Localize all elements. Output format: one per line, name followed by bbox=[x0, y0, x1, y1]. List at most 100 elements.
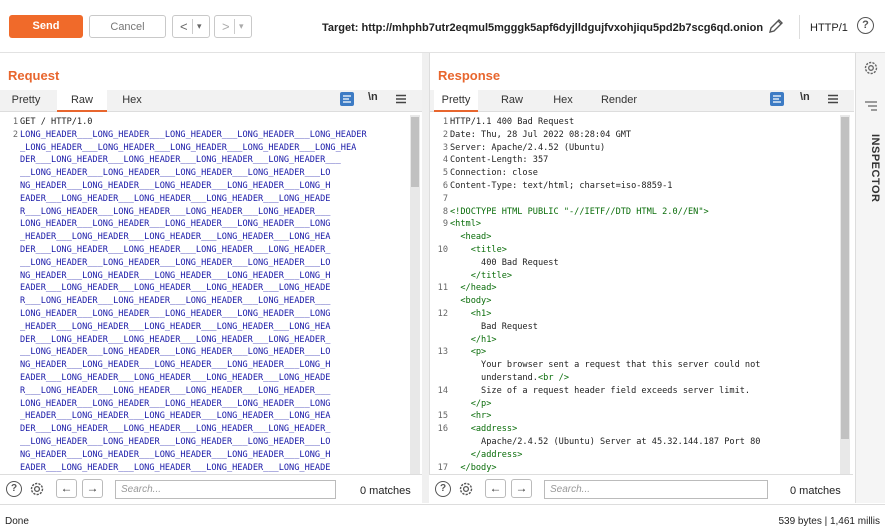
code-line: LONG_HEADER___LONG_HEADER___LONG_HEADER_… bbox=[20, 398, 331, 409]
line-number bbox=[4, 167, 18, 180]
message-actions-icon[interactable] bbox=[770, 92, 784, 106]
line-number: 7 bbox=[442, 193, 448, 204]
line-number: 14 bbox=[437, 385, 448, 396]
line-number bbox=[4, 410, 18, 423]
inspector-tab[interactable]: INSPECTOR bbox=[869, 134, 881, 202]
panel-divider[interactable] bbox=[422, 53, 429, 503]
line-number bbox=[4, 154, 18, 167]
code-line: NG_HEADER___LONG_HEADER___LONG_HEADER___… bbox=[20, 270, 331, 281]
arrow-left-icon: ← bbox=[60, 481, 73, 495]
response-search-bar: ? ← → Search... 0 matches bbox=[429, 474, 853, 504]
response-panel: Response Pretty Raw Hex Render \n 123456… bbox=[429, 53, 854, 527]
line-number: 6 bbox=[442, 180, 448, 191]
code-line: <hr> bbox=[450, 411, 492, 422]
help-icon[interactable]: ? bbox=[857, 17, 874, 34]
match-count: 0 matches bbox=[790, 485, 841, 497]
line-number bbox=[4, 270, 18, 283]
search-input[interactable]: Search... bbox=[544, 480, 768, 499]
back-button[interactable]: < ▾ bbox=[172, 15, 210, 38]
line-number bbox=[4, 282, 18, 295]
line-number: 8 bbox=[442, 206, 448, 217]
gear-icon[interactable] bbox=[457, 480, 475, 498]
code-line: DER___LONG_HEADER___LONG_HEADER___LONG_H… bbox=[20, 244, 331, 255]
line-number bbox=[4, 423, 18, 436]
line-number: 15 bbox=[437, 411, 448, 422]
line-number bbox=[4, 231, 18, 244]
line-number: 9 bbox=[442, 219, 448, 230]
line-number bbox=[4, 346, 18, 359]
response-editor[interactable]: 123456789 10 11 12 13 14 15 16 17 HTTP/1.… bbox=[434, 116, 838, 526]
cancel-button[interactable]: Cancel bbox=[89, 15, 166, 38]
line-number: 1 bbox=[442, 117, 448, 127]
code-line: Connection: close bbox=[450, 168, 538, 179]
code-line: __LONG_HEADER___LONG_HEADER___LONG_HEADE… bbox=[20, 257, 331, 268]
code-line: LONG_HEADER___LONG_HEADER___LONG_HEADER_… bbox=[20, 129, 367, 140]
response-title: Response bbox=[438, 68, 501, 83]
next-match-button[interactable]: → bbox=[82, 479, 103, 498]
line-number bbox=[434, 359, 448, 372]
message-actions-icon[interactable] bbox=[340, 92, 354, 106]
line-number bbox=[4, 244, 18, 257]
line-number bbox=[4, 385, 18, 398]
line-number bbox=[434, 436, 448, 449]
tab-hex[interactable]: Hex bbox=[114, 90, 150, 110]
line-number: 11 bbox=[437, 283, 448, 294]
tab-pretty[interactable]: Pretty bbox=[4, 90, 48, 110]
newline-toggle[interactable]: \n bbox=[800, 91, 810, 103]
code-line: R___LONG_HEADER___LONG_HEADER___LONG_HEA… bbox=[20, 296, 331, 307]
menu-icon[interactable] bbox=[826, 92, 840, 106]
arrow-right-icon: → bbox=[86, 481, 99, 495]
tab-raw[interactable]: Raw bbox=[57, 90, 107, 112]
code-line: <html> bbox=[450, 219, 482, 230]
line-number bbox=[4, 372, 18, 385]
code-line: R___LONG_HEADER___LONG_HEADER___LONG_HEA… bbox=[20, 206, 331, 217]
line-number bbox=[434, 334, 448, 347]
send-button[interactable]: Send bbox=[9, 15, 83, 38]
divider bbox=[799, 15, 800, 39]
code-line: LONG_HEADER___LONG_HEADER___LONG_HEADER_… bbox=[20, 308, 331, 319]
scrollbar-thumb[interactable] bbox=[411, 117, 419, 187]
line-numbers: 12 bbox=[4, 116, 18, 474]
line-number: 16 bbox=[437, 424, 448, 435]
help-icon[interactable]: ? bbox=[435, 481, 451, 497]
tab-hex[interactable]: Hex bbox=[545, 90, 581, 110]
line-number: 12 bbox=[437, 308, 448, 319]
line-number bbox=[434, 321, 448, 334]
response-scrollbar[interactable] bbox=[840, 115, 850, 527]
line-number bbox=[4, 398, 18, 411]
search-input[interactable]: Search... bbox=[115, 480, 336, 499]
newline-toggle[interactable]: \n bbox=[368, 91, 378, 103]
next-match-button[interactable]: → bbox=[511, 479, 532, 498]
line-number bbox=[434, 449, 448, 462]
chevron-down-icon[interactable]: ▾ bbox=[239, 16, 244, 36]
previous-match-button[interactable]: ← bbox=[485, 479, 506, 498]
line-number bbox=[434, 231, 448, 244]
line-number bbox=[4, 449, 18, 462]
menu-icon[interactable] bbox=[394, 92, 408, 106]
chevron-down-icon[interactable]: ▾ bbox=[197, 16, 202, 36]
settings-icon[interactable] bbox=[862, 59, 880, 77]
code-line: __LONG_HEADER___LONG_HEADER___LONG_HEADE… bbox=[20, 436, 331, 447]
request-editor[interactable]: 12 GET / HTTP/1.0 LONG_HEADER___LONG_HEAD… bbox=[4, 116, 408, 526]
list-icon[interactable] bbox=[864, 100, 878, 112]
http-version-toggle[interactable]: HTTP/1 bbox=[810, 22, 848, 34]
arrow-right-icon: → bbox=[515, 481, 528, 495]
line-number bbox=[434, 372, 448, 385]
code-line: DER___LONG_HEADER___LONG_HEADER___LONG_H… bbox=[20, 155, 341, 166]
code-line: 400 Bad Request bbox=[450, 257, 559, 268]
previous-match-button[interactable]: ← bbox=[56, 479, 77, 498]
tab-pretty[interactable]: Pretty bbox=[434, 90, 478, 112]
pencil-icon[interactable] bbox=[767, 17, 785, 35]
line-number: 3 bbox=[442, 142, 448, 153]
code-line: HTTP/1.1 400 Bad Request bbox=[450, 117, 575, 127]
scrollbar-thumb[interactable] bbox=[841, 117, 849, 439]
code-line: _HEADER___LONG_HEADER___LONG_HEADER___LO… bbox=[20, 232, 331, 243]
forward-button[interactable]: > ▾ bbox=[214, 15, 252, 38]
help-icon[interactable]: ? bbox=[6, 481, 22, 497]
code-line: GET / HTTP/1.0 bbox=[20, 117, 93, 127]
gear-icon[interactable] bbox=[28, 480, 46, 498]
tab-raw[interactable]: Raw bbox=[494, 90, 530, 110]
request-scrollbar[interactable] bbox=[410, 115, 420, 527]
tab-render[interactable]: Render bbox=[596, 90, 642, 110]
